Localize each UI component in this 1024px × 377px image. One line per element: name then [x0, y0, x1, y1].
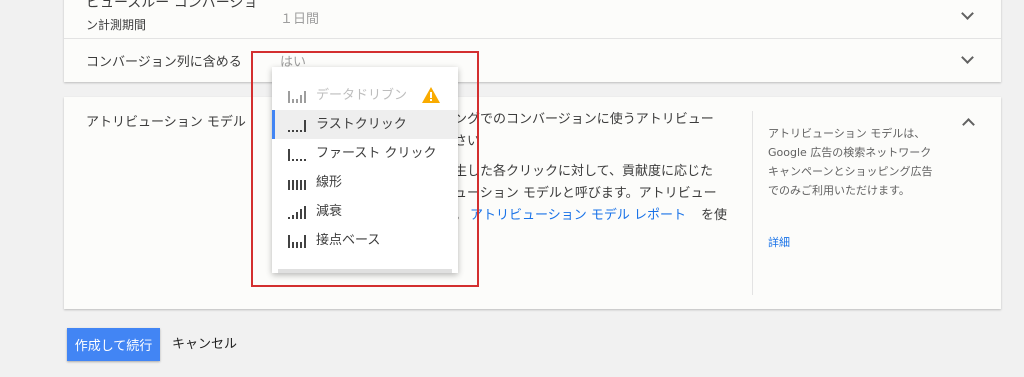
dropdown-scrollbar[interactable]	[278, 269, 452, 273]
attribution-model-label: アトリビューション モデル	[86, 115, 246, 130]
create-and-continue-button[interactable]: 作成して続行	[67, 328, 160, 361]
view-through-label-2: ン計測期間	[86, 18, 147, 32]
dropdown-item-label: 接点ベース	[316, 233, 381, 248]
view-through-label: ビュースルー コンバージョ	[86, 0, 258, 11]
include-in-conversions-label: コンバージョン列に含める	[86, 55, 242, 70]
vertical-divider	[752, 111, 753, 295]
position-based-icon	[288, 235, 306, 248]
last-click-icon	[288, 120, 306, 132]
dropdown-item-label: 減衰	[316, 204, 343, 219]
time-decay-icon	[288, 206, 306, 219]
dropdown-item-position-based[interactable]: 接点ベース	[272, 226, 458, 255]
cancel-button[interactable]: キャンセル	[172, 328, 237, 361]
dropdown-item-label: データドリブン	[316, 88, 408, 103]
dropdown-item-linear[interactable]: 線形	[272, 168, 458, 197]
chevron-down-icon[interactable]	[961, 7, 974, 20]
settings-card: ビュースルー コンバージョ ン計測期間 １日間 コンバージョン列に含める はい	[64, 0, 1001, 82]
dropdown-item-time-decay[interactable]: 減衰	[272, 197, 458, 226]
warning-icon	[422, 87, 440, 103]
dropdown-item-first-click[interactable]: ファースト クリック	[272, 139, 458, 168]
first-click-icon	[288, 149, 306, 161]
help-text: アトリビューション モデルは、Google 広告の検索ネットワーク キャンペーン…	[768, 127, 933, 197]
dropdown-item-label: ラストクリック	[316, 117, 407, 132]
description-suffix: を使	[701, 208, 728, 223]
row-divider	[64, 38, 1001, 39]
dropdown-item-label: 線形	[316, 175, 343, 190]
data-driven-icon	[288, 91, 306, 103]
chevron-down-icon[interactable]	[961, 51, 974, 64]
dropdown-item-last-click[interactable]: ラストクリック	[272, 110, 458, 139]
attribution-report-link[interactable]: アトリビューション モデル レポート	[470, 203, 686, 229]
dropdown-item-label: ファースト クリック	[316, 146, 437, 161]
dropdown-item-data-driven: データドリブン	[272, 81, 458, 110]
linear-icon	[288, 180, 306, 190]
description-line: ングでのコンバージョンに使うアトリビュー	[454, 112, 714, 127]
chevron-up-icon[interactable]	[962, 118, 975, 131]
attribution-model-card: アトリビューション モデル ングでのコンバージョンに使うアトリビュー さい 生し…	[64, 97, 1001, 309]
attribution-model-dropdown[interactable]: データドリブン ラストクリック ファースト クリック 線形 減衰 接点ベース	[272, 67, 458, 273]
learn-more-link[interactable]: 詳細	[768, 234, 790, 250]
view-through-value: １日間	[280, 12, 320, 27]
